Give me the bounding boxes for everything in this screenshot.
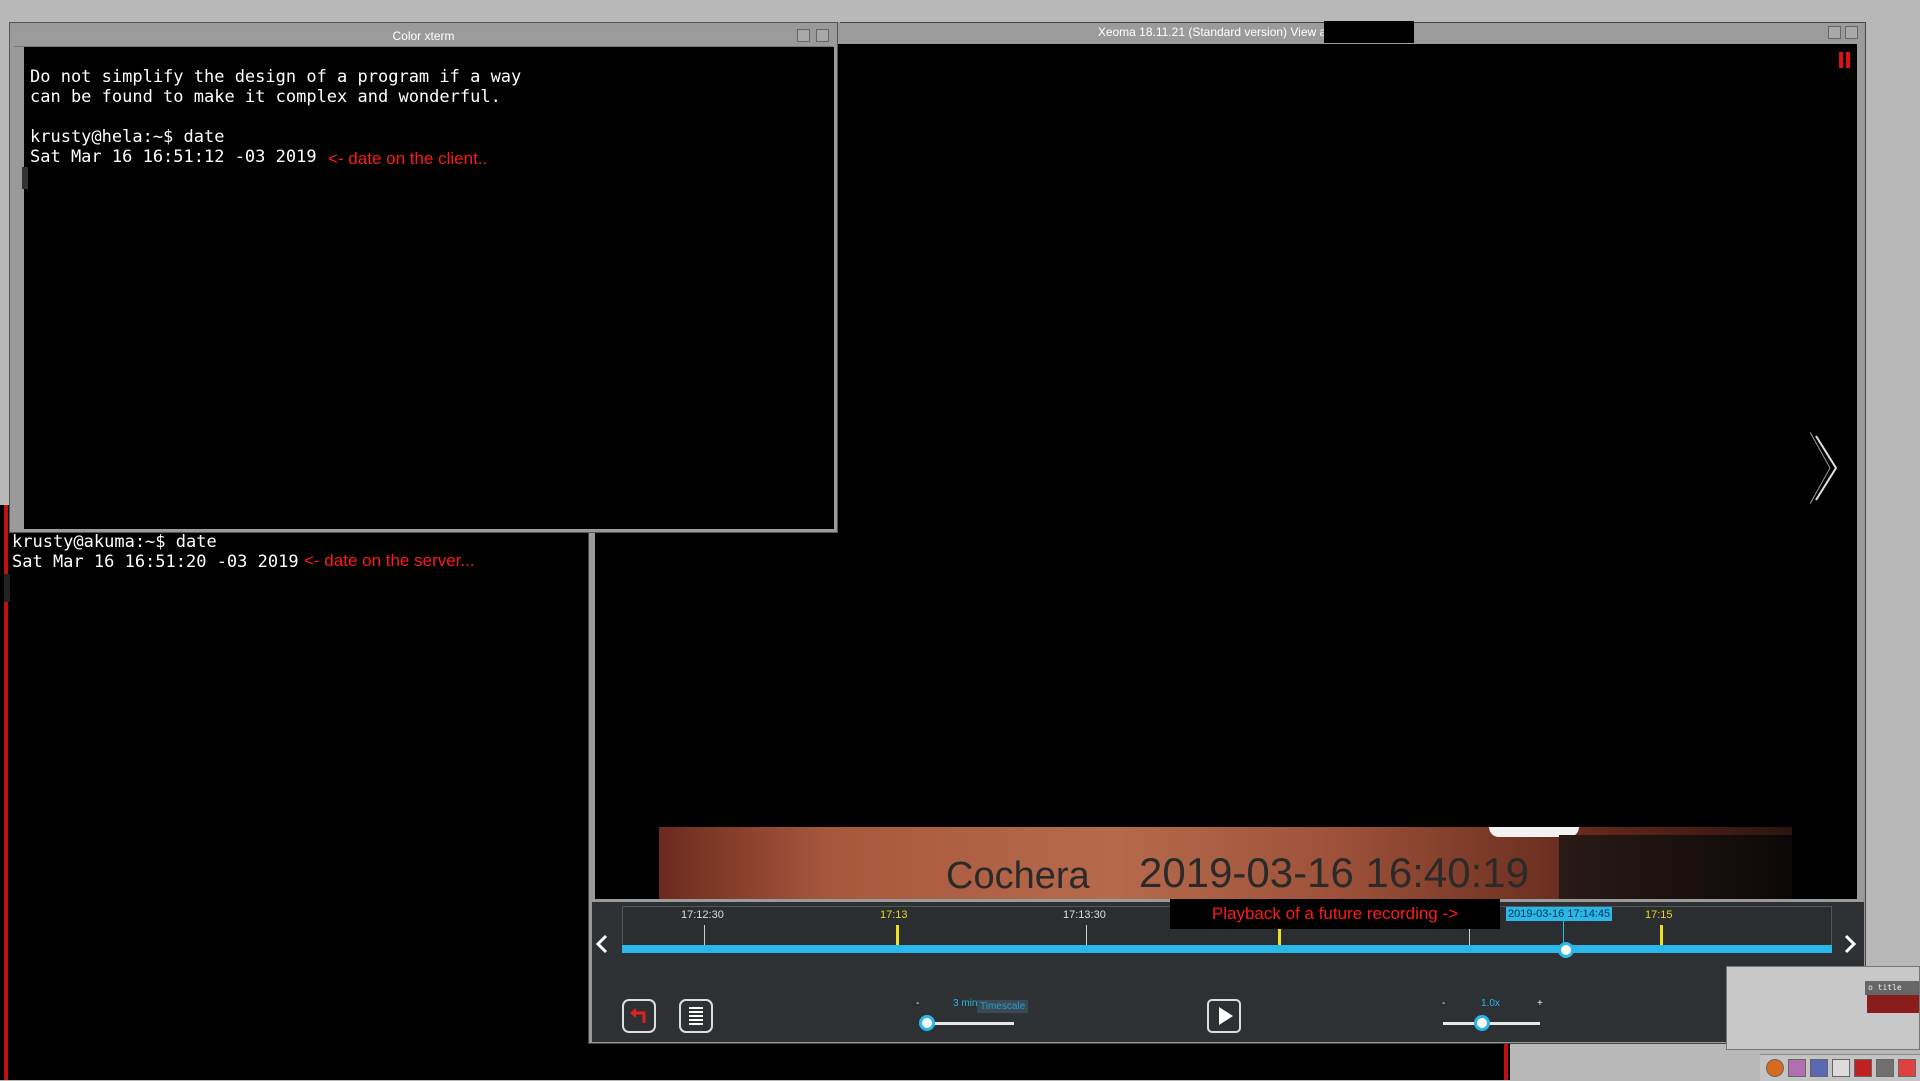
timeline-tick-minute	[896, 925, 899, 945]
timeline-forward-arrow-icon[interactable]	[1842, 934, 1858, 954]
timeline-tick	[1086, 925, 1087, 945]
server-terminal-cursor	[4, 574, 10, 602]
back-to-live-button[interactable]	[622, 999, 656, 1033]
xeoma-title-redaction	[1324, 21, 1414, 43]
pause-icon[interactable]	[1839, 52, 1851, 68]
server-terminal-date-output: Sat Mar 16 16:51:20 -03 2019	[12, 552, 299, 572]
terminal-icon[interactable]	[1832, 1059, 1850, 1077]
monitor-icon[interactable]	[1810, 1059, 1828, 1077]
xterm-terminal-area[interactable]	[24, 47, 834, 529]
xterm-minimize-button[interactable]	[797, 29, 810, 42]
xterm-title-bar[interactable]: Color xterm	[14, 27, 833, 47]
camera-dark-area	[1559, 835, 1792, 899]
timescale-tooltip: Timescale	[977, 1000, 1029, 1013]
xeoma-maximize-button[interactable]	[1845, 26, 1858, 39]
timeline-label: 17:13:30	[1063, 909, 1106, 921]
current-playback-time: 2019-03-16 17:14:45	[1506, 907, 1613, 921]
timeline-tick-minute	[1660, 925, 1663, 945]
timeline-recording-bar[interactable]	[622, 945, 1832, 953]
list-icon	[689, 1007, 703, 1025]
play-button[interactable]	[1207, 999, 1241, 1033]
camera-timestamp: 2019-03-16 16:40:19	[1139, 849, 1529, 896]
timeline-label: 17:13	[880, 909, 908, 921]
client-date-annotation: <- date on the client..	[328, 149, 488, 168]
camera-name: Cochera	[946, 855, 1090, 897]
server-terminal-border-right	[1504, 1040, 1508, 1080]
speed-plus[interactable]: +	[1537, 998, 1543, 1009]
timescale-slider-track[interactable]	[928, 1022, 1014, 1025]
xterm-fortune-line-2: can be found to make it complex and wond…	[30, 87, 501, 107]
system-tray	[1760, 1054, 1920, 1081]
future-recording-annotation: Playback of a future recording ->	[1170, 899, 1500, 929]
play-icon	[1219, 1007, 1233, 1025]
server-date-annotation: <- date on the server...	[304, 551, 475, 570]
timeline-playhead[interactable]	[1557, 942, 1574, 958]
mini-window-label: o title	[1865, 981, 1919, 995]
timescale-slider-thumb[interactable]	[919, 1015, 935, 1031]
server-terminal-prompt: krusty@akuma:~$ date	[12, 532, 217, 552]
speed-slider-track[interactable]	[1443, 1022, 1540, 1025]
recordings-list-button[interactable]	[679, 999, 713, 1033]
xterm-date-output: Sat Mar 16 16:51:12 -03 2019	[30, 147, 317, 167]
xeoma-minimize-button[interactable]	[1828, 26, 1841, 39]
timeline-label: 17:12:30	[681, 909, 724, 921]
speed-minus[interactable]: -	[1442, 998, 1445, 1009]
xterm-maximize-button[interactable]	[816, 29, 829, 42]
camera-frame: Cochera 2019-03-16 16:40:19	[659, 827, 1792, 899]
timeline-back-arrow-icon[interactable]	[594, 934, 610, 954]
firefox-icon[interactable]	[1766, 1059, 1784, 1077]
xterm-prompt: krusty@hela:~$ date	[30, 127, 225, 147]
timeline-tick	[704, 925, 705, 945]
settings-icon[interactable]	[1876, 1059, 1894, 1077]
timescale-value: 3 min	[953, 998, 978, 1009]
speed-value: 1.0x	[1481, 998, 1500, 1009]
return-arrow-icon	[630, 1008, 646, 1023]
next-camera-chevron-icon[interactable]	[1810, 430, 1842, 506]
timeline-label: 17:15	[1645, 909, 1673, 921]
mini-window[interactable]: o title	[1726, 966, 1920, 1050]
app-icon[interactable]	[1788, 1059, 1806, 1077]
xterm-cursor	[22, 167, 28, 189]
xterm-fortune-line-1: Do not simplify the design of a program …	[30, 67, 522, 87]
close-icon[interactable]	[1898, 1059, 1916, 1077]
timescale-minus[interactable]: -	[916, 998, 919, 1009]
xterm-title-text: Color xterm	[392, 29, 455, 43]
xeoma-title-text: Xeoma 18.11.21 (Standard version) View a…	[1097, 25, 1359, 39]
back-icon[interactable]	[1854, 1059, 1872, 1077]
speed-slider-thumb[interactable]	[1474, 1015, 1490, 1031]
